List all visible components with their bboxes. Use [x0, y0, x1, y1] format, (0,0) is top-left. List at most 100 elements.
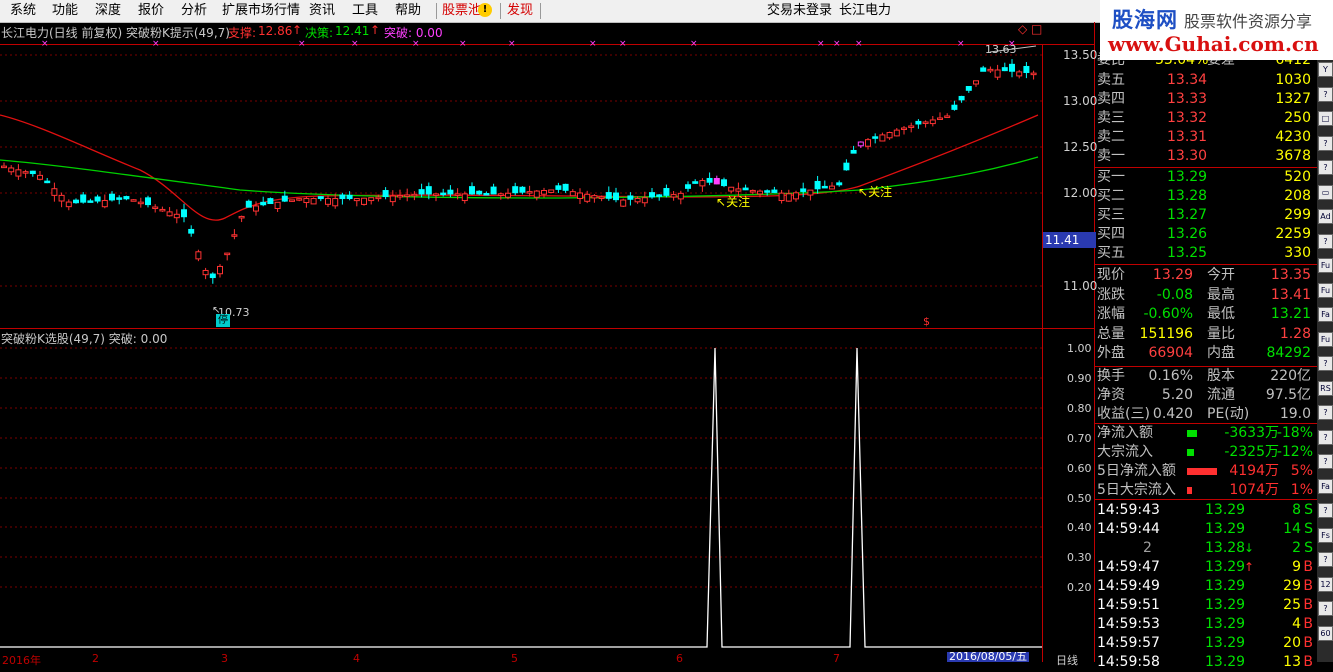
- candle-body: [505, 192, 511, 198]
- ask-row[interactable]: 卖五 13.34 1030: [1095, 71, 1317, 90]
- toolbar-icon[interactable]: Fu: [1318, 258, 1333, 273]
- quote-value: 13.35: [1270, 267, 1311, 283]
- toolbar-icon[interactable]: ?: [1318, 405, 1333, 420]
- candle-body: [965, 86, 972, 91]
- candle-body: [649, 192, 655, 198]
- toolbar-icon[interactable]: 60: [1318, 625, 1333, 641]
- ask-row[interactable]: 卖三 13.32 250: [1095, 109, 1317, 128]
- tick-row[interactable]: 14:59:44 13.29 14 S: [1095, 520, 1317, 539]
- toolbar-icon[interactable]: ?: [1318, 552, 1333, 567]
- candle-body: [490, 186, 497, 195]
- indicator-axis-label: 1.00: [1067, 342, 1092, 355]
- capital-flow-row: 5日大宗流入 1074万 1%: [1095, 481, 1317, 500]
- time-axis-label: 2016年: [2, 654, 41, 667]
- bid-label: 买五: [1097, 245, 1125, 261]
- flow-label: 5日净流入额: [1097, 463, 1176, 479]
- flow-amount: 4194万: [1229, 463, 1279, 479]
- candle-body: [361, 197, 367, 205]
- toolbar-icon[interactable]: ?: [1318, 503, 1333, 518]
- quote-value: 1.28: [1279, 325, 1311, 342]
- candle-body: [267, 198, 274, 205]
- candle-body: [101, 199, 108, 208]
- signal-x-marker: ×: [459, 39, 467, 49]
- candle-body: [850, 149, 857, 154]
- bid-price: 13.25: [1167, 245, 1208, 261]
- dollar-marker: $: [923, 315, 930, 328]
- bid-row[interactable]: 买二 13.28 208: [1095, 187, 1317, 206]
- price-axis-label: 13.00: [1063, 94, 1098, 108]
- tick-row[interactable]: 14:59:58 13.29 13 B: [1095, 653, 1317, 672]
- candle-body: [425, 186, 432, 195]
- candle-body: [692, 181, 699, 184]
- toolbar-icon[interactable]: Y: [1318, 62, 1333, 77]
- toolbar-icon[interactable]: ?: [1318, 233, 1333, 249]
- ask-row[interactable]: 卖一 13.30 3678: [1095, 147, 1317, 166]
- tick-row[interactable]: 14:59:57 13.29 20 B: [1095, 634, 1317, 653]
- toolbar-icon[interactable]: ?: [1318, 429, 1333, 445]
- flow-percent: 5%: [1290, 463, 1313, 479]
- period-selector[interactable]: 日线: [1056, 652, 1078, 668]
- ask-row[interactable]: 卖二 13.31 4230: [1095, 128, 1317, 147]
- tick-time: 14:59:44: [1097, 521, 1160, 537]
- ask-price: 13.32: [1167, 110, 1208, 126]
- candle-body: [152, 206, 159, 210]
- tick-row[interactable]: 14:59:43 13.29 8 S: [1095, 501, 1317, 520]
- signal-x-marker: ×: [351, 39, 359, 49]
- signal-x-marker: ×: [412, 39, 420, 49]
- fundamentals-label: PE(动): [1207, 406, 1250, 422]
- toolbar-icon[interactable]: ▭: [1318, 184, 1333, 200]
- ask-row[interactable]: 卖四 13.33 1327: [1095, 90, 1317, 109]
- candle-body: [80, 194, 87, 203]
- toolbar-icon[interactable]: Ad: [1318, 209, 1333, 224]
- toolbar-icon[interactable]: ?: [1318, 160, 1333, 175]
- tick-row[interactable]: 2 13.28 ↓ 2 S: [1095, 539, 1317, 558]
- toolbar-icon[interactable]: Fa: [1318, 478, 1333, 494]
- candle-body: [325, 198, 331, 205]
- toolbar-icon[interactable]: Fu: [1318, 282, 1333, 298]
- candle-body: [296, 198, 303, 201]
- tick-row[interactable]: 14:59:51 13.29 25 B: [1095, 596, 1317, 615]
- candle-body: [476, 190, 483, 195]
- toolbar-icon[interactable]: ?: [1318, 135, 1333, 151]
- toolbar-icon[interactable]: □: [1318, 111, 1333, 126]
- tick-row[interactable]: 14:59:49 13.29 29 B: [1095, 577, 1317, 596]
- toolbar-icon[interactable]: 12: [1318, 576, 1333, 592]
- bid-row[interactable]: 买一 13.29 520: [1095, 168, 1317, 187]
- indicator-axis-label: 0.70: [1067, 432, 1092, 445]
- time-axis-label: 5: [511, 652, 518, 665]
- tick-row[interactable]: 14:59:53 13.29 4 B: [1095, 615, 1317, 634]
- indicator-axis-label: 0.80: [1067, 402, 1092, 415]
- candle-body: [778, 192, 785, 202]
- toolbar-icon[interactable]: ?: [1318, 601, 1333, 616]
- candle-body: [469, 186, 475, 195]
- tick-volume: 4: [1292, 616, 1301, 632]
- quote-value: 13.41: [1270, 286, 1311, 303]
- toolbar-icon[interactable]: Fu: [1318, 331, 1333, 347]
- toolbar-icon[interactable]: RS: [1318, 380, 1333, 396]
- bid-row[interactable]: 买三 13.27 299: [1095, 206, 1317, 225]
- bid-volume: 520: [1284, 169, 1311, 185]
- toolbar-icon[interactable]: Fa: [1318, 307, 1333, 322]
- toolbar-icon[interactable]: Fs: [1318, 527, 1333, 543]
- signal-x-marker: ×: [855, 39, 863, 49]
- candle-body: [433, 193, 439, 196]
- toolbar-icon[interactable]: ?: [1318, 86, 1333, 102]
- candle-body: [987, 68, 994, 72]
- toolbar-icon[interactable]: ?: [1318, 454, 1333, 469]
- candle-body: [1009, 63, 1015, 72]
- price-chart[interactable]: × × × × × × × × × × × × × × ×: [0, 0, 1095, 662]
- candle-body: [454, 193, 461, 196]
- bid-price: 13.26: [1167, 226, 1208, 242]
- flow-label: 大宗流入: [1097, 444, 1153, 460]
- ask-label: 卖四: [1097, 91, 1125, 107]
- toolbar-icon[interactable]: ?: [1318, 356, 1333, 371]
- tick-volume: 13: [1283, 654, 1301, 670]
- candle-body: [793, 192, 799, 200]
- candle-body: [569, 191, 576, 197]
- tick-row[interactable]: 14:59:47 13.29 ↑ 9 B: [1095, 558, 1317, 577]
- fundamentals-label: 股本: [1207, 368, 1235, 384]
- bid-row[interactable]: 买五 13.25 330: [1095, 244, 1317, 263]
- candle-body: [440, 192, 447, 196]
- candle-body: [721, 179, 727, 187]
- bid-row[interactable]: 买四 13.26 2259: [1095, 225, 1317, 244]
